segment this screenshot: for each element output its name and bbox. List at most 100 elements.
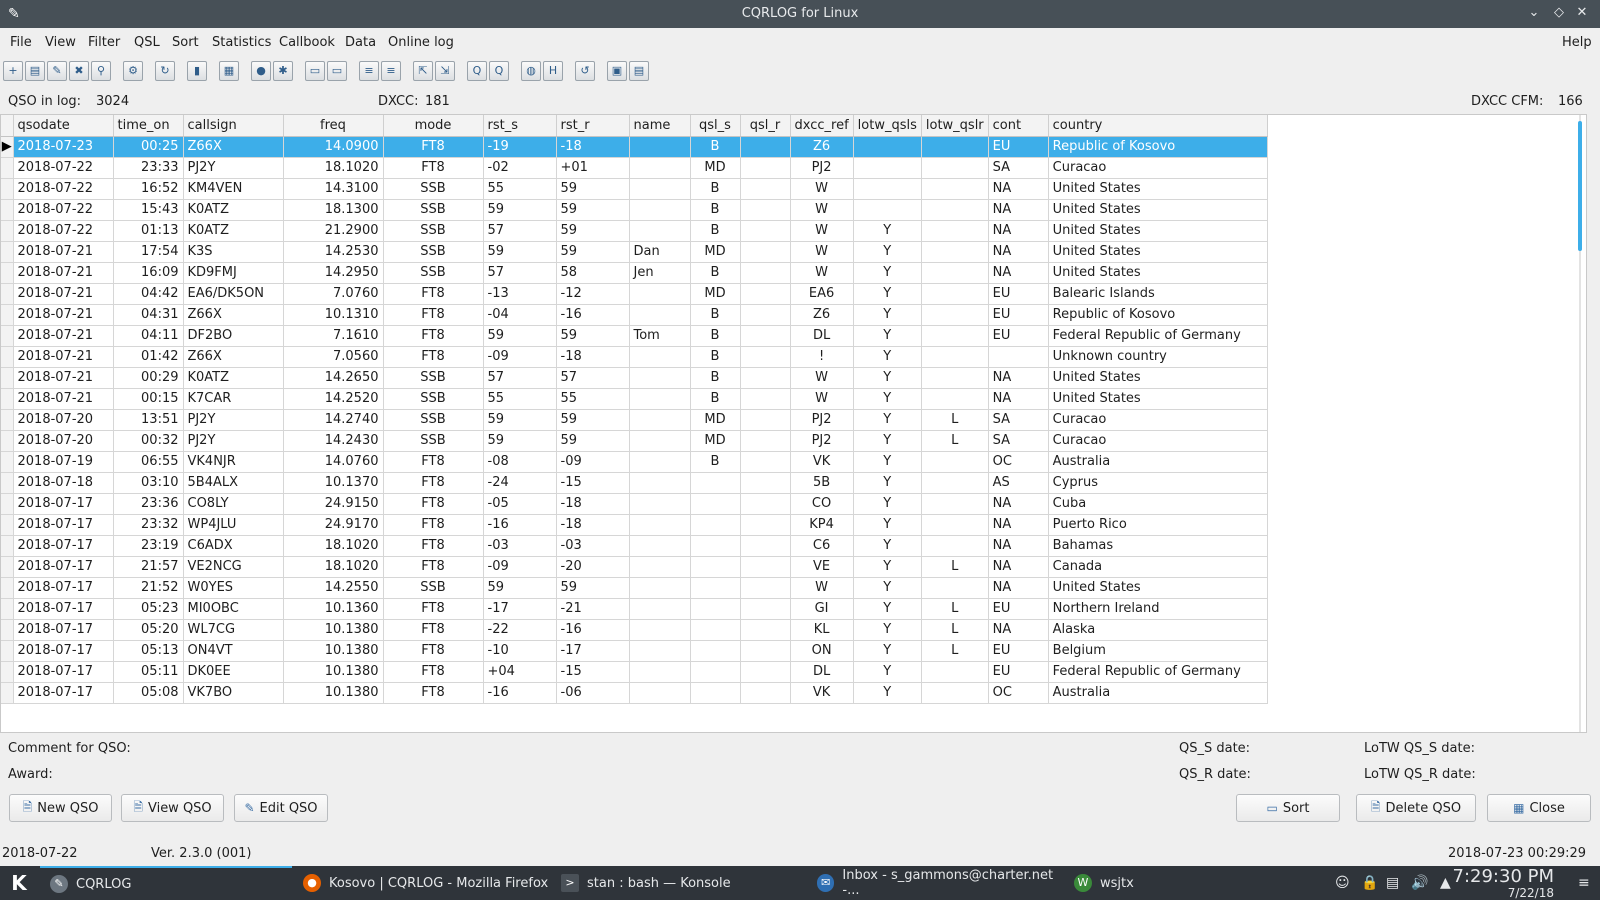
column-header[interactable]: rst_r <box>556 115 630 137</box>
qsl2-icon[interactable]: Q <box>489 61 509 81</box>
user-icon[interactable]: ☺ <box>1335 875 1350 891</box>
table-row[interactable]: 2018-07-20 13:51 PJ2Y 14.2740 SSB 59 59 MD PJ2 Y L… <box>1 409 1268 431</box>
view-qso-button[interactable]: 🗎 View QSO <box>121 794 224 822</box>
table-row[interactable]: 2018-07-19 06:55 VK4NJR 14.0760 FT8 -08 -09 B VK… <box>1 451 1268 473</box>
column-header[interactable]: lotw_qsls <box>853 115 922 137</box>
window2-icon[interactable]: ▭ <box>327 61 347 81</box>
new-qso-button[interactable]: 🗎 New QSO <box>9 794 112 822</box>
menu-statistics[interactable]: Statistics <box>212 35 271 50</box>
sort-button[interactable]: ▭ Sort <box>1236 794 1340 822</box>
column-header[interactable]: dxcc_ref <box>790 115 854 137</box>
column-header[interactable]: rst_s <box>483 115 557 137</box>
table-row[interactable]: 2018-07-21 01:42 Z66X 7.0560 FT8 -09 -18 B! Y Unk… <box>1 346 1268 368</box>
table-row[interactable]: 2018-07-17 05:23 MI0OBC 10.1360 FT8 -17 -21 GI Y… <box>1 598 1268 620</box>
edit-qso-icon[interactable]: ✎ <box>47 61 67 81</box>
column-header[interactable]: qsl_s <box>690 115 741 137</box>
table-row[interactable]: 2018-07-21 00:15 K7CAR 14.2520 SSB 55 55 B W Y NA U… <box>1 388 1268 410</box>
task-thunderbird[interactable]: ✉ Inbox - s_gammons@charter.net -... <box>817 866 1067 900</box>
grid-refresh-icon[interactable]: ↻ <box>155 61 175 81</box>
tray-expand-icon[interactable]: ▲ <box>1440 875 1451 891</box>
find-icon[interactable]: ⚲ <box>91 61 111 81</box>
task-konsole[interactable]: > stan : bash — Konsole <box>561 866 811 900</box>
vertical-scrollbar[interactable] <box>1574 115 1586 732</box>
qsl-icon[interactable]: Q <box>467 61 487 81</box>
table-icon[interactable]: ▦ <box>219 61 239 81</box>
table-row[interactable]: 2018-07-17 05:11 DK0EE 10.1380 FT8 +04 -15 DL Y E… <box>1 661 1268 683</box>
close-window-icon[interactable]: ✕ <box>1574 5 1590 21</box>
statistics-icon[interactable]: ▮ <box>187 61 207 81</box>
preferences-icon[interactable]: ⚙ <box>123 61 143 81</box>
task-wsjtx[interactable]: W wsjtx <box>1074 866 1154 900</box>
table-row[interactable]: 2018-07-17 21:52 W0YES 14.2550 SSB 59 59 W Y NA Un… <box>1 577 1268 599</box>
menu-data[interactable]: Data <box>345 35 376 50</box>
column-header[interactable]: time_on <box>113 115 184 137</box>
application-launcher-icon[interactable]: K <box>6 870 32 896</box>
hamburger-menu-icon[interactable]: ≡ <box>1578 875 1590 891</box>
new-qso-icon[interactable]: + <box>3 61 23 81</box>
column-header[interactable]: mode <box>383 115 484 137</box>
edit-qso-button[interactable]: ✎ Edit QSO <box>234 794 328 822</box>
globe-icon[interactable]: ◍ <box>521 61 541 81</box>
settings-icon[interactable]: ✱ <box>273 61 293 81</box>
view-qso-icon[interactable]: ▤ <box>25 61 45 81</box>
rotator-icon[interactable]: ▤ <box>629 61 649 81</box>
scrollbar-thumb[interactable] <box>1578 121 1582 251</box>
column-header[interactable]: cont <box>988 115 1049 137</box>
qso-grid[interactable]: qsodate time_on callsign freq mode rst_s… <box>0 114 1587 733</box>
table-row[interactable]: 2018-07-22 01:13 K0ATZ 21.2900 SSB 57 59 B W Y NA U… <box>1 220 1268 242</box>
table-row[interactable]: 2018-07-22 23:33 PJ2Y 18.1020 FT8 -02 +01 MD PJ2… <box>1 157 1268 179</box>
lock-icon[interactable]: 🔒 <box>1361 875 1378 891</box>
list-icon[interactable]: ≡ <box>359 61 379 81</box>
table-row[interactable]: 2018-07-22 16:52 KM4VEN 14.3100 SSB 55 59 B W NA U… <box>1 178 1268 200</box>
delete-qso-icon[interactable]: ✖ <box>69 61 89 81</box>
clock[interactable]: 7:29:30 PM 7/22/18 <box>1453 867 1555 900</box>
task-cqrlog[interactable]: ✎ CQRLOG <box>40 866 292 900</box>
table-row[interactable]: 2018-07-21 16:09 KD9FMJ 14.2950 SSB 57 58 Jen B W… <box>1 262 1268 284</box>
radio-icon[interactable]: ▣ <box>607 61 627 81</box>
task-firefox[interactable]: ● Kosovo | CQRLOG - Mozilla Firefox <box>303 866 553 900</box>
table-row[interactable]: 2018-07-17 05:13 ON4VT 10.1380 FT8 -10 -17 ON Y L… <box>1 640 1268 662</box>
sun-icon[interactable]: ● <box>251 61 271 81</box>
table-row[interactable]: 2018-07-18 03:10 5B4ALX 10.1370 FT8 -24 -15 5B Y… <box>1 472 1268 494</box>
column-header[interactable]: country <box>1048 115 1268 137</box>
minimize-icon[interactable]: ⌄ <box>1526 5 1542 21</box>
refresh-icon[interactable]: ↺ <box>575 61 595 81</box>
table-row[interactable]: 2018-07-22 15:43 K0ATZ 18.1300 SSB 59 59 B W NA Un… <box>1 199 1268 221</box>
column-header[interactable]: qsodate <box>13 115 114 137</box>
menu-sort[interactable]: Sort <box>172 35 199 50</box>
table-row[interactable]: 2018-07-21 04:31 Z66X 10.1310 FT8 -04 -16 B Z6 Y E… <box>1 304 1268 326</box>
delete-qso-button[interactable]: 🗎 Delete QSO <box>1356 794 1476 822</box>
menu-view[interactable]: View <box>45 35 76 50</box>
column-header[interactable]: lotw_qslr <box>921 115 989 137</box>
table-row[interactable]: 2018-07-17 23:32 WP4JLU 24.9170 FT8 -16 -18 KP4… <box>1 514 1268 536</box>
menu-online-log[interactable]: Online log <box>388 35 454 50</box>
column-header[interactable]: callsign <box>183 115 284 137</box>
close-button[interactable]: ▦ Close <box>1487 794 1591 822</box>
table-row[interactable]: 2018-07-17 05:08 VK7BO 10.1380 FT8 -16 -06 VK Y O… <box>1 682 1268 704</box>
table-row[interactable]: 2018-07-17 23:19 C6ADX 18.1020 FT8 -03 -03 C6 Y N… <box>1 535 1268 557</box>
list2-icon[interactable]: ≡ <box>381 61 401 81</box>
menu-qsl[interactable]: QSL <box>134 35 160 50</box>
volume-icon[interactable]: 🔊 <box>1411 875 1428 891</box>
table-row[interactable]: 2018-07-21 04:42 EA6/DK5ON 7.0760 FT8 -13 -12 M… <box>1 283 1268 305</box>
maximize-icon[interactable]: ◇ <box>1551 5 1567 21</box>
table-row[interactable]: 2018-07-17 21:57 VE2NCG 18.1020 FT8 -09 -20 VE Y… <box>1 556 1268 578</box>
table-row[interactable]: 2018-07-17 23:36 CO8LY 24.9150 FT8 -05 -18 CO Y N… <box>1 493 1268 515</box>
menu-callbook[interactable]: Callbook <box>279 35 335 50</box>
column-header[interactable]: name <box>629 115 691 137</box>
export-icon[interactable]: ⇱ <box>413 61 433 81</box>
table-row[interactable]: ▶ 2018-07-23 00:25 Z66X 14.0900 FT8 -19 -18 B Z6 E… <box>1 136 1268 158</box>
table-row[interactable]: 2018-07-17 05:20 WL7CG 10.1380 FT8 -22 -16 KL Y L… <box>1 619 1268 641</box>
import-icon[interactable]: ⇲ <box>435 61 455 81</box>
table-row[interactable]: 2018-07-20 00:32 PJ2Y 14.2430 SSB 59 59 MD PJ2 Y L… <box>1 430 1268 452</box>
table-row[interactable]: 2018-07-21 00:29 K0ATZ 14.2650 SSB 57 57 B W Y NA U… <box>1 367 1268 389</box>
h-icon[interactable]: H <box>543 61 563 81</box>
menu-help[interactable]: Help <box>1562 35 1592 50</box>
window-icon[interactable]: ▭ <box>305 61 325 81</box>
menu-file[interactable]: File <box>10 35 32 50</box>
column-header[interactable]: freq <box>283 115 384 137</box>
column-header[interactable]: qsl_r <box>740 115 791 137</box>
table-row[interactable]: 2018-07-21 04:11 DF2BO 7.1610 FT8 59 59 Tom B DL Y… <box>1 325 1268 347</box>
menu-filter[interactable]: Filter <box>88 35 120 50</box>
table-row[interactable]: 2018-07-21 17:54 K3S 14.2530 SSB 59 59 Dan MD W Y N… <box>1 241 1268 263</box>
